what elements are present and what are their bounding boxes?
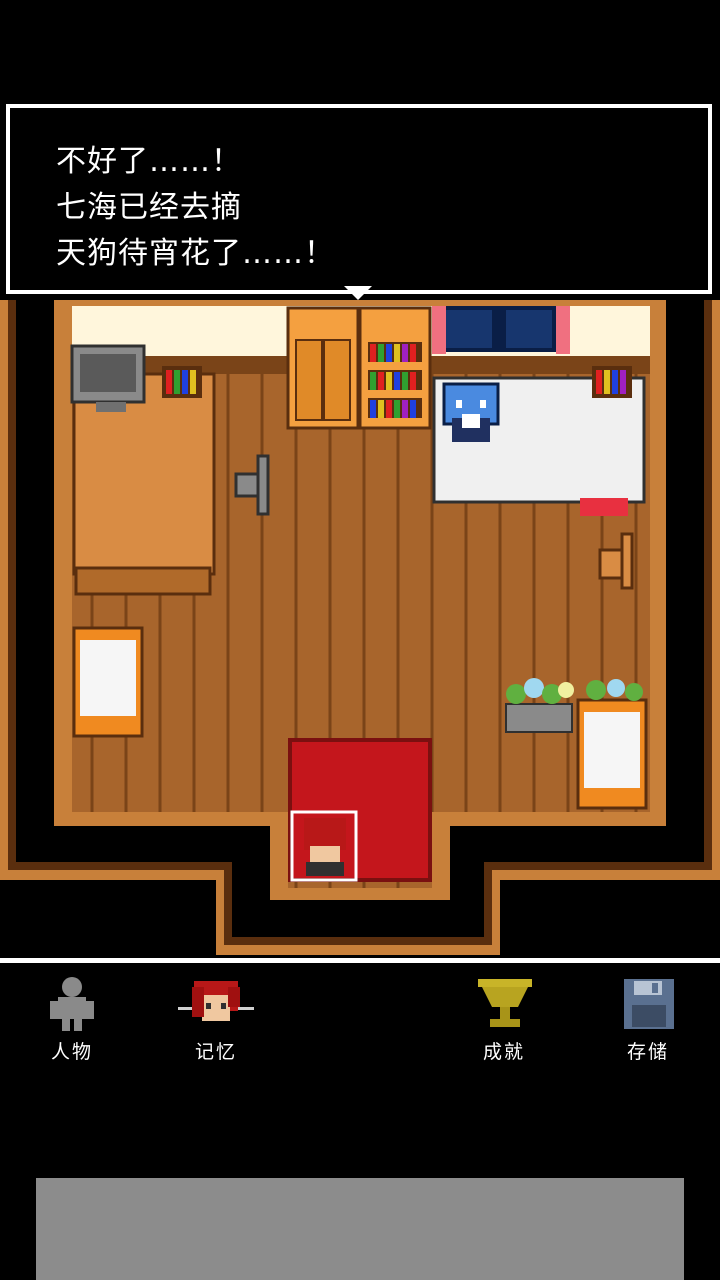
ad-banner[interactable] — [36, 1178, 684, 1280]
dialog-line-2: 七海已经去摘 — [56, 190, 242, 225]
characters-label: 人物 — [50, 1041, 93, 1063]
person-silhouette-icon — [50, 977, 94, 1031]
dialog-line-1: 不好了……！ — [56, 144, 242, 179]
achievements-label: 成就 — [482, 1041, 525, 1063]
save-label: 存储 — [626, 1041, 669, 1063]
room-scene — [0, 300, 720, 955]
bed-left — [72, 626, 144, 738]
desk — [72, 372, 216, 576]
blue-cat-npc — [442, 382, 500, 442]
trophy-icon — [478, 979, 532, 1027]
memories-label: 记忆 — [194, 1041, 237, 1063]
memories-button[interactable]: 记忆 — [166, 975, 266, 1070]
red-haired-portrait-icon — [178, 981, 254, 1021]
characters-button[interactable]: 人物 — [22, 975, 122, 1070]
dialog-box[interactable]: 不好了……！ 七海已经去摘 天狗待宵花了……！ — [6, 104, 712, 294]
dialog-line-3: 天狗待宵花了……！ — [56, 236, 335, 271]
save-button[interactable]: 存储 — [598, 975, 698, 1070]
achievements-button[interactable]: 成就 — [454, 975, 554, 1070]
menu-divider — [0, 958, 720, 963]
dialog-continue-arrow-icon — [344, 286, 372, 300]
floppy-disk-icon — [624, 979, 674, 1029]
bed-right — [576, 698, 648, 810]
